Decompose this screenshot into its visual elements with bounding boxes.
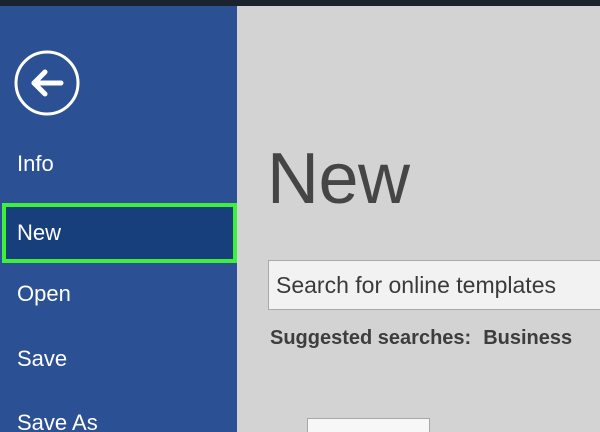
sidebar-item-open[interactable]: Open <box>0 268 237 320</box>
sidebar-item-new[interactable]: New <box>2 203 237 263</box>
sidebar-item-label: Open <box>17 281 71 306</box>
backstage-window: Info New Open Save Save As New Search fo… <box>0 0 600 432</box>
template-thumbnail[interactable] <box>307 418 430 432</box>
sidebar-item-save[interactable]: Save <box>0 333 237 385</box>
page-title: New <box>267 139 410 219</box>
sidebar-item-info[interactable]: Info <box>0 138 237 190</box>
arrow-left-circle-icon <box>14 50 80 116</box>
suggested-searches-label: Suggested searches: <box>270 327 472 349</box>
sidebar-item-label: Save <box>17 346 68 371</box>
backstage-sidebar: Info New Open Save Save As <box>0 6 237 432</box>
sidebar-item-save-as[interactable]: Save As <box>0 397 237 432</box>
back-button[interactable] <box>14 50 80 116</box>
sidebar-item-label: Info <box>17 151 54 176</box>
sidebar-item-label: Save As <box>17 410 98 432</box>
search-placeholder: Search for online templates <box>276 272 556 298</box>
suggested-searches: Suggested searches: Business <box>270 324 572 352</box>
new-pane: New Search for online templates Suggeste… <box>237 6 600 432</box>
sidebar-item-label: New <box>17 220 62 245</box>
template-search-input[interactable]: Search for online templates <box>268 260 600 310</box>
suggested-search-business[interactable]: Business <box>483 327 572 349</box>
